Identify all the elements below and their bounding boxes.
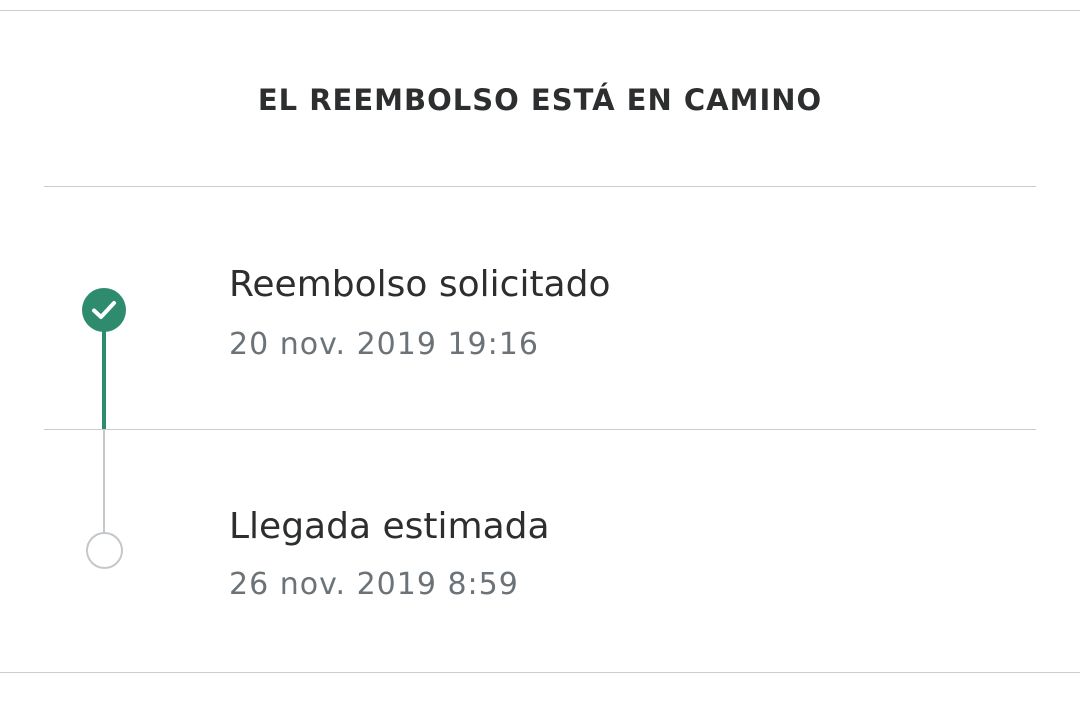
checkmark-icon [92, 301, 116, 319]
page-title: EL REEMBOLSO ESTÁ EN CAMINO [257, 83, 823, 117]
check-circle-icon [82, 288, 126, 332]
empty-circle-icon [86, 532, 123, 569]
section-divider [44, 186, 1036, 187]
timeline-connector-pending [103, 430, 105, 534]
refund-status-page: EL REEMBOLSO ESTÁ EN CAMINO Reembolso so… [0, 0, 1080, 703]
top-divider [0, 10, 1080, 11]
step-date-refund-requested: 20 nov. 2019 19:16 [229, 327, 539, 362]
step-divider [44, 429, 1036, 430]
bottom-divider [0, 672, 1080, 673]
step-title-estimated-arrival: Llegada estimada [229, 506, 550, 547]
step-title-refund-requested: Reembolso solicitado [229, 264, 611, 305]
step-date-estimated-arrival: 26 nov. 2019 8:59 [229, 567, 519, 602]
